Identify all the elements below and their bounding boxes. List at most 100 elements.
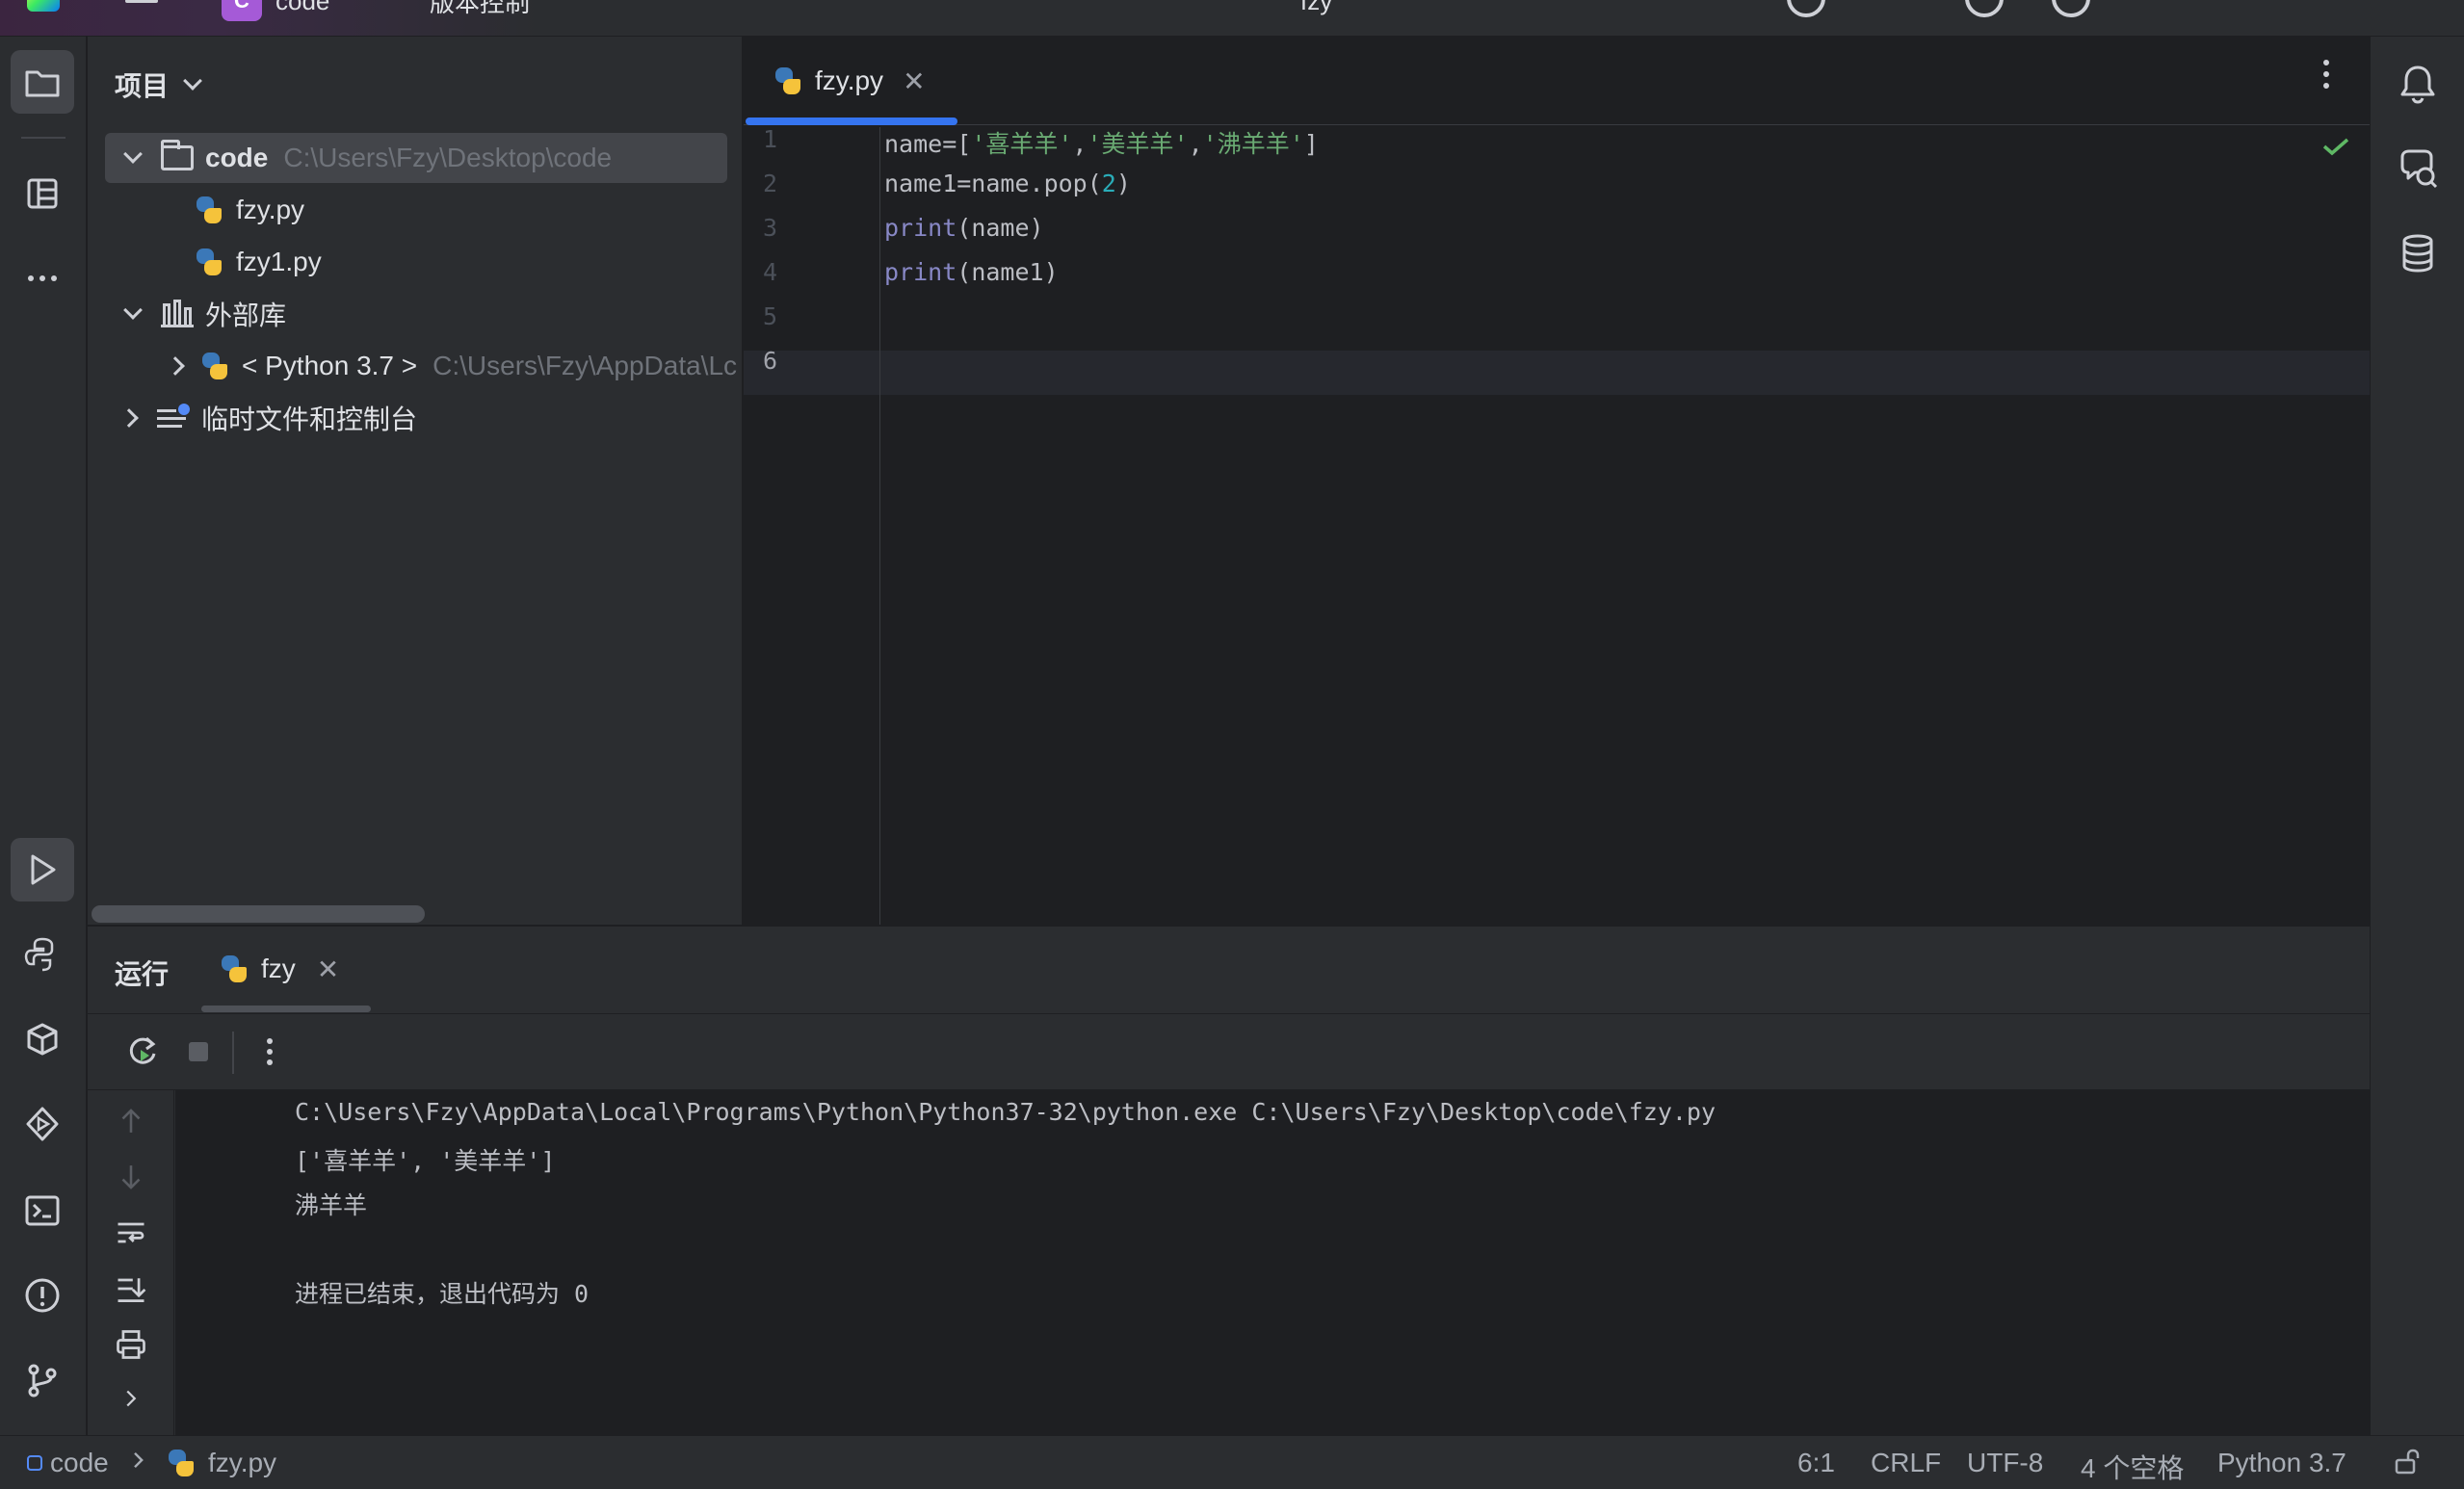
ai-assistant-icon[interactable] xyxy=(2394,144,2442,193)
project-folder-icon[interactable] xyxy=(11,50,74,114)
caret-position[interactable]: 6:1 xyxy=(1797,1448,1835,1478)
code-line-3[interactable]: print(name) xyxy=(884,214,1044,242)
active-tab-indicator xyxy=(201,1006,371,1012)
status-bar: code fzy.py 6:1 CRLF UTF-8 4 个空格 Python … xyxy=(0,1435,2464,1489)
string-token: '美羊羊' xyxy=(1087,130,1189,158)
console-output[interactable]: C:\Users\Fzy\AppData\Local\Programs\Pyth… xyxy=(175,1090,2370,1436)
database-icon[interactable] xyxy=(2394,229,2442,277)
code-token: (name1) xyxy=(957,258,1059,286)
code-token: (name) xyxy=(957,214,1044,242)
collapse-arrow-icon[interactable] xyxy=(119,408,139,428)
project-badge[interactable]: C xyxy=(222,0,262,21)
indent-setting[interactable]: 4 个空格 xyxy=(2081,1448,2184,1486)
python-interpreter[interactable]: Python 3.7 xyxy=(2217,1448,2346,1478)
run-panel: 运行 fzy ✕ C:\Users\Fzy\AppData\Local\Prog… xyxy=(88,926,2370,1436)
breadcrumb-project[interactable]: code xyxy=(27,1448,109,1478)
editor-area: fzy.py ✕ 1 2 3 4 5 6 name=['喜羊羊','美羊羊','… xyxy=(744,37,2370,925)
tree-item-label: fzy1.py xyxy=(236,247,322,276)
line-number: 4 xyxy=(763,258,778,286)
stop-icon[interactable] xyxy=(174,1028,223,1076)
main-menu-icon[interactable] xyxy=(125,0,160,15)
line-separator[interactable]: CRLF xyxy=(1871,1448,1941,1478)
project-panel-title: 项目 xyxy=(115,71,170,101)
file-encoding[interactable]: UTF-8 xyxy=(1967,1448,2043,1478)
code-token: name1=name.pop( xyxy=(884,170,1102,197)
console-line: 进程已结束，退出代码为 0 xyxy=(295,1280,590,1308)
scroll-to-end-icon[interactable] xyxy=(107,1267,155,1310)
services-icon[interactable] xyxy=(11,1092,74,1156)
tree-item-code-folder[interactable]: code C:\Users\Fzy\Desktop\code xyxy=(105,133,727,183)
code-line-4[interactable]: print(name1) xyxy=(884,258,1059,286)
console-line: ['喜羊羊', '美羊羊'] xyxy=(295,1147,556,1175)
more-icon[interactable] xyxy=(11,247,74,310)
python-run-icon xyxy=(219,953,249,984)
editor-tab[interactable]: fzy.py ✕ xyxy=(744,37,957,125)
library-icon xyxy=(161,300,194,327)
more-options-icon[interactable] xyxy=(2323,60,2331,98)
close-tab-icon[interactable]: ✕ xyxy=(903,65,925,97)
arrow-down-icon[interactable] xyxy=(107,1156,155,1198)
string-token: '喜羊羊' xyxy=(971,130,1073,158)
number-token: 2 xyxy=(1101,170,1116,197)
code-line-2[interactable]: name1=name.pop(2) xyxy=(884,170,1131,197)
project-name[interactable]: code xyxy=(275,0,329,15)
structure-icon[interactable] xyxy=(11,162,74,225)
project-panel-header[interactable]: 项目 xyxy=(115,65,202,104)
run-toolbar xyxy=(88,1013,2370,1090)
run-tab[interactable]: fzy ✕ xyxy=(201,940,373,998)
soft-wrap-icon[interactable] xyxy=(107,1212,155,1254)
expand-arrow-icon[interactable] xyxy=(123,300,143,320)
unlock-icon[interactable] xyxy=(2393,1448,2422,1476)
tree-item-python-sdk[interactable]: < Python 3.7 > C:\Users\Fzy\AppData\Lc xyxy=(166,341,738,391)
terminal-icon[interactable] xyxy=(11,1179,74,1242)
print-icon[interactable] xyxy=(107,1323,155,1366)
active-tab-indicator xyxy=(746,118,957,125)
folder-icon xyxy=(161,140,194,170)
code-token: , xyxy=(1188,130,1203,158)
builtin-token: print xyxy=(884,214,957,242)
settings-icon[interactable] xyxy=(2052,0,2090,17)
ide-logo-icon[interactable] xyxy=(27,0,60,12)
right-tool-strip xyxy=(2370,37,2464,1435)
tree-item-path: C:\Users\Fzy\AppData\Lc xyxy=(433,351,738,380)
tree-item-scratches[interactable]: 临时文件和控制台 xyxy=(119,393,417,443)
update-icon[interactable] xyxy=(1787,0,1825,17)
tree-item-file[interactable]: fzy.py xyxy=(194,185,304,235)
strip-divider xyxy=(21,137,66,139)
python-file-icon xyxy=(194,195,224,225)
run-tab-label: fzy xyxy=(261,953,296,983)
line-number: 3 xyxy=(763,214,778,242)
code-line-1[interactable]: name=['喜羊羊','美羊羊','沸羊羊'] xyxy=(884,125,1319,160)
line-number-gutter: 1 2 3 4 5 6 xyxy=(744,125,880,925)
tree-item-file[interactable]: fzy1.py xyxy=(194,237,322,287)
more-options-icon[interactable] xyxy=(246,1028,294,1076)
git-icon[interactable] xyxy=(11,1348,74,1412)
horizontal-scrollbar[interactable] xyxy=(92,905,425,923)
vcs-widget[interactable]: 版本控制 xyxy=(430,0,530,17)
python-console-icon[interactable] xyxy=(11,923,74,986)
notifications-icon[interactable] xyxy=(2394,60,2442,108)
line-number: 5 xyxy=(763,302,778,330)
breadcrumb-file-label: fzy.py xyxy=(208,1448,277,1477)
chevron-right-icon[interactable] xyxy=(107,1377,155,1420)
no-problems-check-icon[interactable] xyxy=(2321,137,2350,156)
search-everywhere-icon[interactable] xyxy=(1965,0,2004,17)
editor-tab-label: fzy.py xyxy=(815,65,884,95)
editor-tab-bar: fzy.py ✕ xyxy=(744,37,2370,125)
run-configuration[interactable]: fzy xyxy=(1300,0,1332,15)
arrow-up-icon[interactable] xyxy=(107,1100,155,1142)
breadcrumb-separator-icon xyxy=(131,1448,146,1473)
expand-arrow-icon[interactable] xyxy=(123,144,143,164)
problems-icon[interactable] xyxy=(11,1264,74,1327)
code-token: , xyxy=(1072,130,1088,158)
collapse-arrow-icon[interactable] xyxy=(166,356,185,376)
rerun-icon[interactable] xyxy=(118,1028,167,1076)
run-icon[interactable] xyxy=(11,838,74,901)
close-tab-icon[interactable]: ✕ xyxy=(317,953,339,985)
tree-item-external-libraries[interactable]: 外部库 xyxy=(123,289,286,339)
python-packages-icon[interactable] xyxy=(11,1007,74,1071)
breadcrumb-file[interactable]: fzy.py xyxy=(166,1448,276,1478)
code-token: ] xyxy=(1303,130,1319,158)
tree-item-label: < Python 3.7 > xyxy=(242,351,418,380)
python-file-icon xyxy=(166,1448,197,1478)
